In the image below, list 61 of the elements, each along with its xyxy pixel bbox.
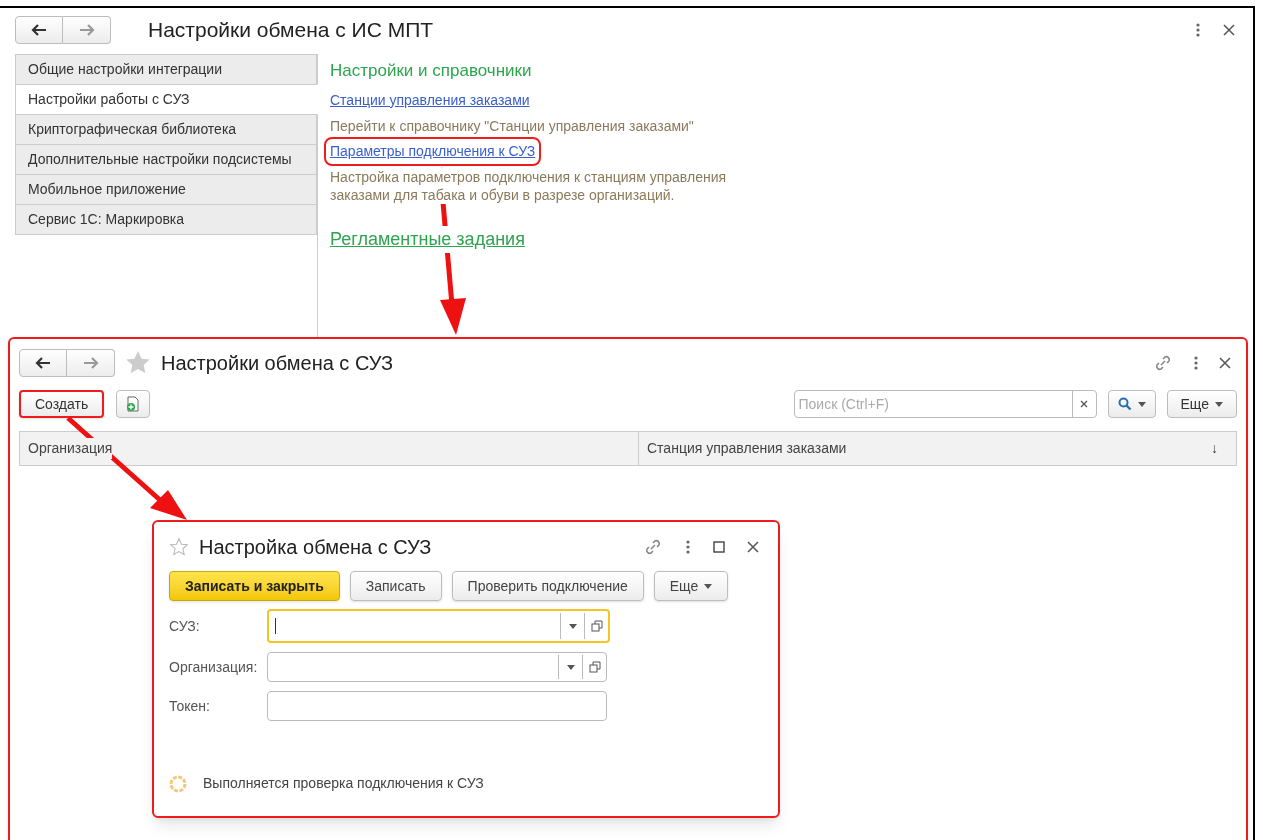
column-label: Организация bbox=[28, 438, 113, 459]
section-tab[interactable]: Мобильное приложение bbox=[15, 174, 317, 205]
section-tab[interactable]: Настройки работы с СУЗ bbox=[15, 84, 318, 115]
open-icon[interactable] bbox=[588, 661, 601, 673]
toolbar-button[interactable]: Записать и закрыть bbox=[169, 571, 340, 601]
close-icon[interactable] bbox=[1219, 357, 1231, 369]
window-title: Настройка обмена с СУЗ bbox=[199, 535, 432, 560]
create-button[interactable]: Создать bbox=[19, 390, 105, 418]
input-field[interactable] bbox=[267, 609, 610, 643]
caret-icon bbox=[566, 664, 575, 670]
text-cursor bbox=[275, 618, 276, 634]
spinner-icon bbox=[169, 774, 187, 793]
sort-indicator: ↓ bbox=[1211, 439, 1219, 458]
caret-icon bbox=[568, 623, 577, 629]
toolbar-button[interactable]: Еще bbox=[653, 571, 729, 601]
section-tab[interactable]: Общие настройки интеграции bbox=[15, 54, 317, 85]
field-label: СУЗ: bbox=[169, 616, 201, 636]
search-icon bbox=[1117, 397, 1132, 411]
window-title: Настройки обмена с СУЗ bbox=[161, 351, 394, 376]
search-button[interactable] bbox=[1107, 390, 1156, 418]
input-field[interactable] bbox=[267, 691, 607, 721]
back-arrow-icon bbox=[35, 357, 51, 369]
toolbar-button[interactable]: Проверить подключение bbox=[451, 571, 644, 601]
more-icon[interactable] bbox=[1195, 22, 1201, 38]
search-input[interactable]: Поиск (Ctrl+F) bbox=[794, 391, 1072, 417]
field-label: Токен: bbox=[169, 696, 211, 716]
star-icon[interactable] bbox=[169, 537, 189, 557]
forward-arrow-icon bbox=[82, 357, 99, 369]
back-button[interactable] bbox=[19, 349, 67, 377]
section-tab[interactable]: Криптографическая библиотека bbox=[15, 114, 317, 145]
section-tab[interactable]: Сервис 1С: Маркировка bbox=[15, 204, 317, 235]
caret-icon bbox=[704, 583, 713, 589]
search-field[interactable]: Поиск (Ctrl+F) bbox=[793, 390, 1097, 418]
status-message: Выполняется проверка подключения к СУЗ bbox=[203, 774, 484, 793]
section-tab[interactable]: Дополнительные настройки подсистемы bbox=[15, 144, 317, 175]
toolbar-button[interactable]: Записать bbox=[349, 571, 442, 601]
add-document-button[interactable] bbox=[116, 390, 151, 418]
more-icon[interactable] bbox=[685, 539, 691, 555]
field-label: Организация: bbox=[169, 657, 259, 677]
star-icon[interactable] bbox=[125, 350, 151, 376]
section-heading: Настройки и справочники bbox=[330, 60, 533, 82]
window-title: Настройки обмена с ИС МПТ bbox=[148, 17, 434, 44]
document-plus-icon bbox=[126, 396, 141, 412]
link-icon[interactable] bbox=[643, 537, 663, 557]
column-header[interactable]: Организация bbox=[20, 432, 639, 465]
caret-icon bbox=[1137, 401, 1146, 407]
input-field[interactable] bbox=[267, 652, 607, 682]
back-arrow-icon bbox=[31, 24, 47, 36]
more-button[interactable]: Еще bbox=[1166, 390, 1237, 418]
link-icon[interactable] bbox=[1153, 353, 1173, 373]
clear-icon[interactable] bbox=[1080, 400, 1088, 408]
close-icon[interactable] bbox=[1223, 24, 1235, 36]
caret-icon bbox=[1215, 401, 1223, 407]
open-icon[interactable] bbox=[590, 620, 603, 632]
forward-arrow-icon bbox=[78, 24, 95, 36]
more-icon[interactable] bbox=[1193, 355, 1199, 371]
back-button[interactable] bbox=[15, 16, 63, 44]
settings-link[interactable]: Станции управления заказами bbox=[328, 89, 532, 111]
column-header[interactable]: Станция управления заказами ↓ bbox=[639, 432, 1236, 465]
close-icon[interactable] bbox=[747, 541, 759, 553]
maximize-icon[interactable] bbox=[713, 541, 725, 553]
